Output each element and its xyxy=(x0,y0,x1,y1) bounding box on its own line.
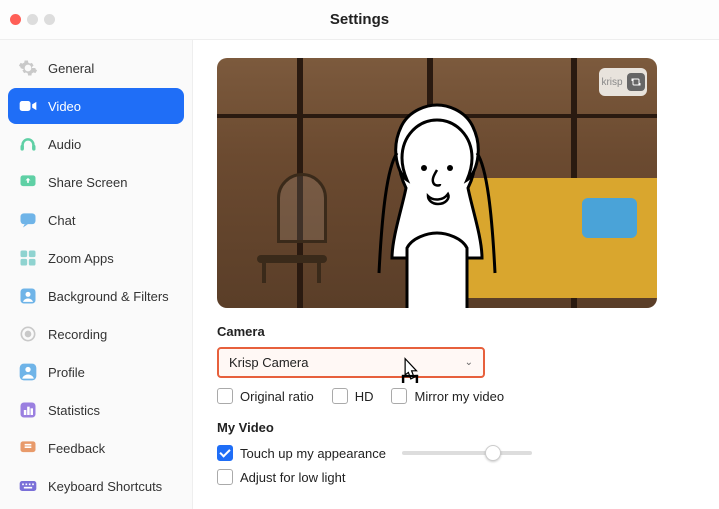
preview-badge-text: krisp xyxy=(601,77,622,88)
sidebar-item-audio[interactable]: Audio xyxy=(8,126,184,162)
profile-icon xyxy=(18,362,38,382)
rotate-icon xyxy=(627,73,645,91)
sidebar-item-label: Profile xyxy=(48,365,85,380)
sidebar-item-label: Zoom Apps xyxy=(48,251,114,266)
checkbox-label: Adjust for low light xyxy=(240,470,346,485)
rotate-camera-button[interactable]: krisp xyxy=(599,68,647,96)
camera-selected-value: Krisp Camera xyxy=(229,355,308,370)
chat-icon xyxy=(18,210,38,230)
settings-sidebar: General Video Audio Share Screen xyxy=(0,40,193,509)
checkbox-label: Mirror my video xyxy=(414,389,504,404)
sidebar-item-general[interactable]: General xyxy=(8,50,184,86)
sidebar-item-feedback[interactable]: Feedback xyxy=(8,430,184,466)
checkbox-label: Touch up my appearance xyxy=(240,446,386,461)
background-icon xyxy=(18,286,38,306)
sidebar-item-label: Video xyxy=(48,99,81,114)
close-window-button[interactable] xyxy=(10,14,21,25)
sidebar-item-keyboard-shortcuts[interactable]: Keyboard Shortcuts xyxy=(8,468,184,504)
hd-checkbox[interactable]: HD xyxy=(332,388,374,404)
window-controls xyxy=(10,14,55,25)
sidebar-item-label: Chat xyxy=(48,213,75,228)
window-title: Settings xyxy=(330,11,389,28)
cursor-icon xyxy=(397,355,423,388)
preview-chair xyxy=(247,173,337,283)
sidebar-item-label: Feedback xyxy=(48,441,105,456)
video-icon xyxy=(18,96,38,116)
zoom-window-button[interactable] xyxy=(44,14,55,25)
sidebar-item-chat[interactable]: Chat xyxy=(8,202,184,238)
sidebar-item-label: Share Screen xyxy=(48,175,128,190)
headphones-icon xyxy=(18,134,38,154)
apps-icon xyxy=(18,248,38,268)
gear-icon xyxy=(18,58,38,78)
touchup-slider[interactable] xyxy=(402,451,532,455)
video-preview: krisp xyxy=(217,58,657,308)
sidebar-item-share-screen[interactable]: Share Screen xyxy=(8,164,184,200)
share-screen-icon xyxy=(18,172,38,192)
touchup-checkbox[interactable]: Touch up my appearance xyxy=(217,445,386,461)
preview-avatar xyxy=(352,98,522,308)
chevron-down-icon: ⌄ xyxy=(465,357,473,368)
camera-section-heading: Camera xyxy=(217,324,695,339)
original-ratio-checkbox[interactable]: Original ratio xyxy=(217,388,314,404)
mirror-video-checkbox[interactable]: Mirror my video xyxy=(391,388,504,404)
sidebar-item-label: Audio xyxy=(48,137,81,152)
sidebar-item-video[interactable]: Video xyxy=(8,88,184,124)
sidebar-item-profile[interactable]: Profile xyxy=(8,354,184,390)
sidebar-item-label: Background & Filters xyxy=(48,289,169,304)
checkbox-label: HD xyxy=(355,389,374,404)
record-icon xyxy=(18,324,38,344)
preview-pillow xyxy=(582,198,637,238)
minimize-window-button[interactable] xyxy=(27,14,38,25)
feedback-icon xyxy=(18,438,38,458)
slider-thumb[interactable] xyxy=(485,445,501,461)
sidebar-item-zoom-apps[interactable]: Zoom Apps xyxy=(8,240,184,276)
sidebar-item-label: Keyboard Shortcuts xyxy=(48,479,162,494)
sidebar-item-label: Statistics xyxy=(48,403,100,418)
sidebar-item-recording[interactable]: Recording xyxy=(8,316,184,352)
keyboard-icon xyxy=(18,476,38,496)
my-video-section-heading: My Video xyxy=(217,420,695,435)
lowlight-checkbox[interactable]: Adjust for low light xyxy=(217,469,346,485)
sidebar-item-statistics[interactable]: Statistics xyxy=(8,392,184,428)
camera-select[interactable]: Krisp Camera ⌄ xyxy=(217,347,485,378)
checkbox-label: Original ratio xyxy=(240,389,314,404)
sidebar-item-label: General xyxy=(48,61,94,76)
settings-content: krisp Camera Krisp Camera ⌄ Original rat… xyxy=(193,40,719,509)
sidebar-item-label: Recording xyxy=(48,327,107,342)
titlebar: Settings xyxy=(0,0,719,40)
sidebar-item-background-filters[interactable]: Background & Filters xyxy=(8,278,184,314)
statistics-icon xyxy=(18,400,38,420)
